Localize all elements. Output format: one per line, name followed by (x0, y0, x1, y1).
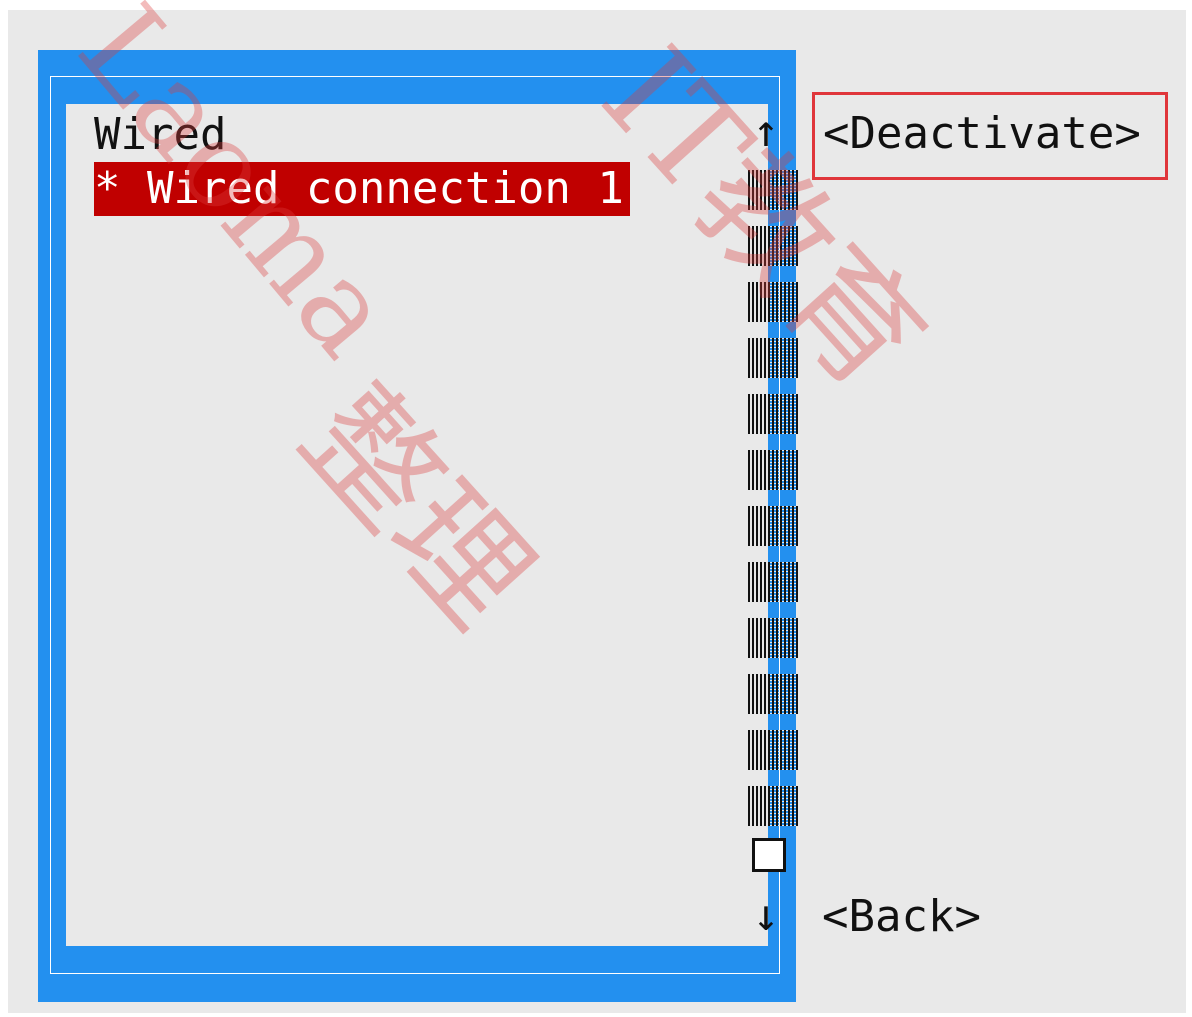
list-item-wired-connection-1[interactable]: * Wired connection 1 (94, 162, 630, 216)
scrollbar-track-block (748, 226, 800, 266)
scrollbar-track-block (748, 338, 800, 378)
connection-list: Wired * Wired connection 1 ↑ ↓ (66, 104, 800, 946)
list-group-header-wired: Wired (94, 109, 227, 160)
scroll-down-arrow-icon[interactable]: ↓ (742, 888, 790, 944)
scrollbar-track-block (748, 170, 800, 210)
scrollbar-track-block (748, 674, 800, 714)
scrollbar-thumb[interactable] (752, 838, 786, 872)
back-button[interactable]: <Back> (822, 890, 981, 944)
scrollbar-track-block (748, 450, 800, 490)
nmtui-connection-screen: Wired * Wired connection 1 ↑ ↓ <Deactiva… (8, 0, 1186, 1013)
scrollbar-track[interactable] (748, 170, 800, 830)
scrollbar-track-block (748, 730, 800, 770)
deactivate-button[interactable]: <Deactivate> (812, 92, 1168, 180)
scrollbar-track-block (748, 562, 800, 602)
scroll-up-arrow-icon[interactable]: ↑ (742, 104, 790, 160)
connection-list-frame: Wired * Wired connection 1 ↑ ↓ (38, 50, 800, 1002)
list-scrollbar[interactable]: ↑ ↓ (738, 104, 800, 946)
scrollbar-track-block (748, 506, 800, 546)
scrollbar-track-block (748, 394, 800, 434)
scrollbar-track-block (748, 282, 800, 322)
scrollbar-track-block (748, 618, 800, 658)
scrollbar-track-block (748, 786, 800, 826)
